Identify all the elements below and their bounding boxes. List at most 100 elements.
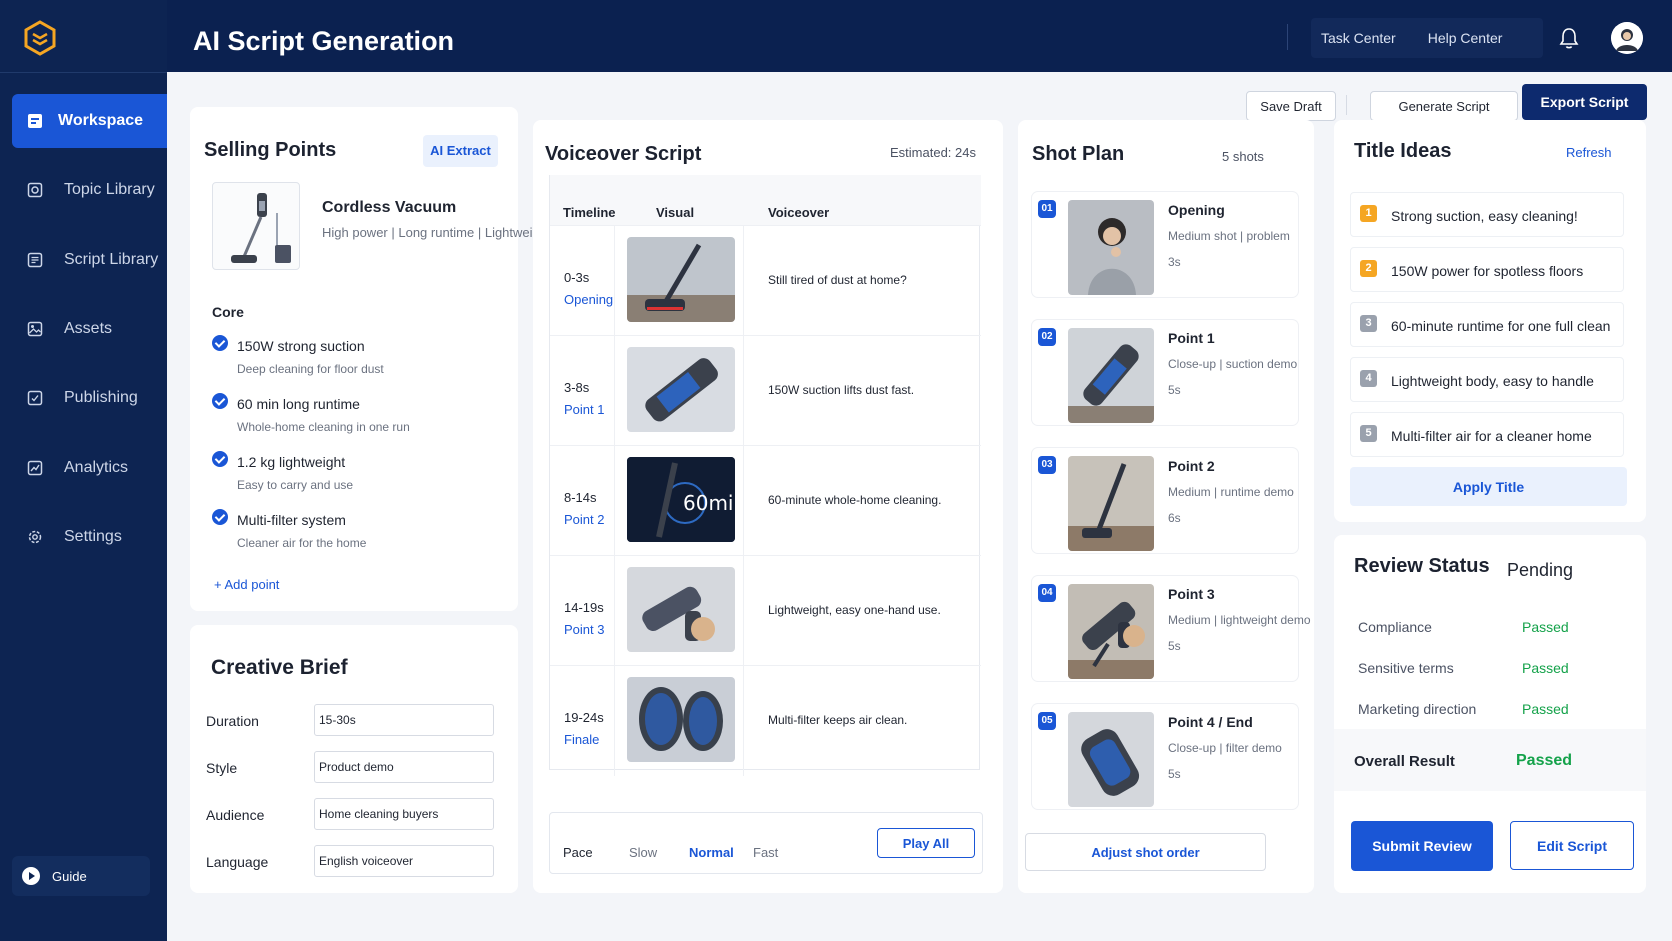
task-center-link[interactable]: Task Center bbox=[1321, 30, 1396, 46]
title-idea-text: Lightweight body, easy to handle bbox=[1391, 373, 1594, 389]
sidebar-item-label: Script Library bbox=[64, 251, 159, 268]
pace-option-normal[interactable]: Normal bbox=[689, 845, 734, 860]
shot-image bbox=[1068, 200, 1154, 295]
apply-title-button[interactable]: Apply Title bbox=[1350, 467, 1627, 506]
shot-image bbox=[1068, 328, 1154, 423]
pace-option-fast[interactable]: Fast bbox=[753, 845, 778, 860]
shot-number: 02 bbox=[1038, 328, 1056, 346]
overall-result-label: Overall Result bbox=[1354, 753, 1455, 770]
header-divider bbox=[1287, 24, 1288, 50]
submit-review-button[interactable]: Submit Review bbox=[1351, 821, 1493, 871]
title-idea-text: Multi-filter air for a cleaner home bbox=[1391, 428, 1592, 444]
guide-label: Guide bbox=[52, 868, 87, 884]
shot-thumbnail[interactable] bbox=[627, 347, 735, 432]
table-row[interactable]: 14-19s Point 3 Lightweight, easy one-han… bbox=[550, 555, 981, 666]
play-icon bbox=[22, 867, 40, 885]
shot-thumbnail[interactable] bbox=[627, 237, 735, 322]
language-field[interactable] bbox=[314, 845, 494, 877]
save-draft-button[interactable]: Save Draft bbox=[1246, 91, 1336, 121]
shot-card[interactable]: 02 Point 1 Close-up | suction demo 5s bbox=[1032, 320, 1298, 425]
title-idea-text: 150W power for spotless floors bbox=[1391, 263, 1584, 279]
refresh-button[interactable]: Refresh bbox=[1566, 145, 1612, 160]
shot-thumbnail[interactable] bbox=[627, 567, 735, 652]
shot-thumbnail[interactable] bbox=[627, 677, 735, 762]
style-field[interactable] bbox=[314, 751, 494, 783]
shot-card[interactable]: 05 Point 4 / End Close-up | filter demo … bbox=[1032, 704, 1298, 809]
table-row[interactable]: 0-3s Opening Still tired of dust at home… bbox=[550, 225, 981, 336]
pace-option-slow[interactable]: Slow bbox=[629, 845, 657, 860]
voiceover-card: Voiceover Script Estimated: 24s Timeline… bbox=[533, 120, 1003, 893]
shot-card[interactable]: 01 Opening Medium shot | problem 3s bbox=[1032, 192, 1298, 297]
shot-number: 03 bbox=[1038, 456, 1056, 474]
visual-cell: 60min bbox=[614, 446, 744, 556]
review-check-row: Compliance Passed bbox=[1358, 607, 1618, 647]
table-row[interactable]: 3-8s Point 1 150W suction lifts dust fas… bbox=[550, 335, 981, 446]
column-header: Timeline bbox=[563, 205, 616, 220]
column-header: Voiceover bbox=[768, 205, 830, 220]
row-voiceover: 60-minute whole-home cleaning. bbox=[768, 493, 942, 507]
user-avatar[interactable] bbox=[1611, 22, 1643, 54]
table-row[interactable]: 19-24s Finale Multi-filter keeps air cle… bbox=[550, 665, 981, 776]
table-row[interactable]: 8-14s Point 2 60min 60-minute whole-home… bbox=[550, 445, 981, 556]
shot-name: Point 2 bbox=[1168, 458, 1215, 474]
sidebar-item-script-library[interactable]: Script Library bbox=[12, 233, 167, 287]
column-header: Visual bbox=[656, 205, 695, 220]
check-label: Sensitive terms bbox=[1358, 660, 1454, 676]
title-idea-item[interactable]: 5 Multi-filter air for a cleaner home bbox=[1350, 412, 1624, 457]
brief-label: Audience bbox=[206, 807, 265, 823]
sidebar-item-publishing[interactable]: Publishing bbox=[12, 371, 167, 425]
check-result: Passed bbox=[1522, 660, 1569, 676]
adjust-shot-order-button[interactable]: Adjust shot order bbox=[1025, 833, 1266, 871]
review-status-title: Review Status bbox=[1354, 555, 1490, 577]
shot-name: Point 3 bbox=[1168, 586, 1215, 602]
pace-control: Pace Slow Normal Fast Play All bbox=[549, 812, 983, 874]
selling-point-title: 1.2 kg lightweight bbox=[237, 454, 346, 470]
row-segment: Point 2 bbox=[564, 512, 605, 527]
title-idea-item[interactable]: 4 Lightweight body, easy to handle bbox=[1350, 357, 1624, 402]
shot-duration: 5s bbox=[1168, 639, 1181, 653]
check-label: Marketing direction bbox=[1358, 701, 1477, 717]
generate-script-button[interactable]: Generate Script bbox=[1370, 91, 1518, 121]
brief-row-audience: Audience bbox=[206, 798, 496, 830]
check-result: Passed bbox=[1522, 701, 1569, 717]
overall-result-value: Passed bbox=[1516, 752, 1573, 769]
duration-field[interactable] bbox=[314, 704, 494, 736]
sidebar-item-settings[interactable]: Settings bbox=[12, 510, 167, 564]
play-all-button[interactable]: Play All bbox=[877, 828, 975, 858]
title-idea-item[interactable]: 1 Strong suction, easy cleaning! bbox=[1350, 192, 1624, 237]
shot-meta: Medium shot | problem bbox=[1168, 229, 1290, 243]
workspace-icon bbox=[26, 112, 44, 130]
shot-card[interactable]: 03 Point 2 Medium | runtime demo 6s bbox=[1032, 448, 1298, 553]
ai-extract-button[interactable]: AI Extract bbox=[423, 135, 498, 167]
shot-name: Point 1 bbox=[1168, 330, 1215, 346]
check-icon bbox=[212, 335, 228, 351]
product-meta: High power | Long runtime | Lightweight bbox=[322, 225, 551, 240]
help-center-link[interactable]: Help Center bbox=[1428, 30, 1503, 46]
sidebar-item-topic-library[interactable]: Topic Library bbox=[12, 163, 167, 217]
bell-icon[interactable] bbox=[1558, 26, 1580, 50]
shot-thumbnail[interactable]: 60min bbox=[627, 457, 735, 542]
guide-button[interactable]: Guide bbox=[12, 856, 150, 896]
sidebar-item-workspace[interactable]: Workspace bbox=[12, 94, 167, 148]
logo-icon[interactable] bbox=[24, 20, 56, 56]
shot-name: Opening bbox=[1168, 202, 1225, 218]
chart-icon bbox=[26, 459, 44, 477]
export-script-button[interactable]: Export Script bbox=[1522, 84, 1647, 120]
title-idea-item[interactable]: 2 150W power for spotless floors bbox=[1350, 247, 1624, 292]
core-label: Core bbox=[212, 304, 244, 320]
shot-image bbox=[1068, 712, 1154, 807]
title-idea-item[interactable]: 3 60-minute runtime for one full clean bbox=[1350, 302, 1624, 347]
edit-script-button[interactable]: Edit Script bbox=[1510, 821, 1634, 870]
shot-card[interactable]: 04 Point 3 Medium | lightweight demo 5s bbox=[1032, 576, 1311, 681]
voiceover-title: Voiceover Script bbox=[545, 143, 702, 165]
rank-badge: 4 bbox=[1360, 370, 1377, 387]
shot-duration: 6s bbox=[1168, 511, 1181, 525]
review-check-row: Marketing direction Passed bbox=[1358, 689, 1618, 729]
audience-field[interactable] bbox=[314, 798, 494, 830]
sidebar-item-analytics[interactable]: Analytics bbox=[12, 441, 167, 495]
add-point-button[interactable]: + Add point bbox=[214, 577, 279, 592]
shot-count: 5 shots bbox=[1222, 149, 1264, 164]
sidebar-item-assets[interactable]: Assets bbox=[12, 302, 167, 356]
row-voiceover: 150W suction lifts dust fast. bbox=[768, 383, 915, 397]
review-status-card: Review Status Pending Compliance Passed … bbox=[1334, 535, 1646, 893]
